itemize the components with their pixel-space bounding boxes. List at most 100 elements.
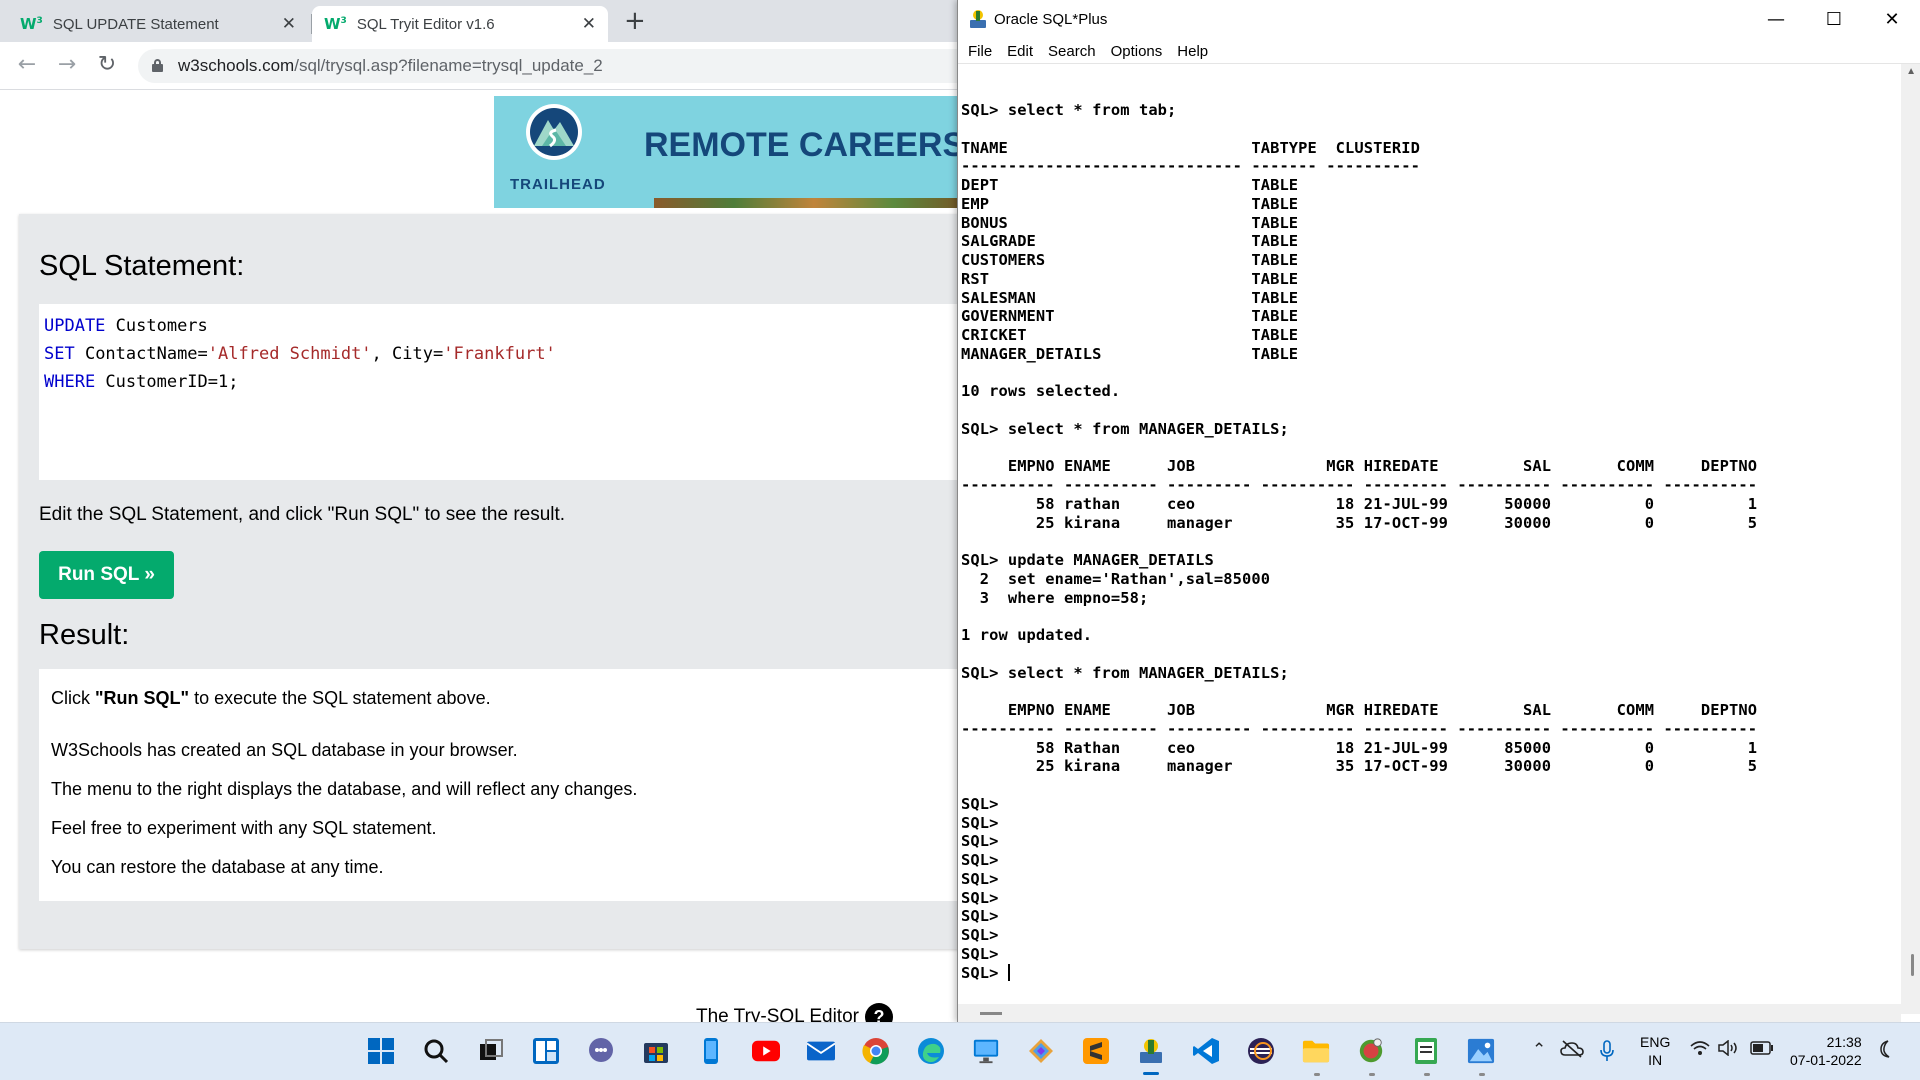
sublime-text-icon[interactable]: [1082, 1037, 1110, 1065]
notification-moon-icon[interactable]: [1878, 1040, 1894, 1063]
url-text: w3schools.com/sql/trysql.asp?filename=tr…: [178, 56, 603, 76]
minimize-button[interactable]: —: [1747, 0, 1805, 40]
git-icon[interactable]: [1357, 1037, 1385, 1065]
search-icon[interactable]: [422, 1037, 450, 1065]
sqlplus-titlebar[interactable]: Oracle SQL*Plus — ☐ ✕: [958, 0, 1920, 40]
battery-icon[interactable]: [1750, 1040, 1774, 1060]
result-instruction: Click "Run SQL" to execute the SQL state…: [51, 685, 1007, 711]
eclipse-icon[interactable]: [1247, 1037, 1275, 1065]
teams-chat-icon[interactable]: [587, 1037, 615, 1065]
close-button[interactable]: ✕: [1863, 0, 1920, 40]
result-heading: Result:: [39, 619, 130, 651]
info-line: The menu to the right displays the datab…: [51, 779, 638, 799]
language-code: ENG: [1640, 1034, 1671, 1050]
youtube-icon[interactable]: [752, 1037, 780, 1065]
menu-file[interactable]: File: [968, 43, 992, 60]
vertical-scrollbar[interactable]: [1901, 64, 1920, 1014]
phone-link-icon[interactable]: [697, 1037, 725, 1065]
mail-icon[interactable]: [807, 1037, 835, 1065]
url-path: /sql/trysql.asp?filename=trysql_update_2: [294, 56, 603, 75]
lock-icon[interactable]: [152, 59, 163, 72]
maximize-button[interactable]: ☐: [1805, 0, 1863, 40]
console-line: MANAGER_DETAILS TABLE: [961, 344, 1299, 363]
reload-button[interactable]: ↻: [92, 50, 122, 80]
sqlplus-console[interactable]: SQL> select * from tab; TNAME TABTYPE CL…: [958, 64, 1901, 1004]
console-line: SQL>: [961, 832, 999, 851]
running-app-indicator: [1479, 1073, 1485, 1076]
menu-help[interactable]: Help: [1177, 43, 1208, 60]
tab-sql-update-statement[interactable]: W3 SQL UPDATE Statement ✕: [8, 6, 308, 42]
console-line: EMPNO ENAME JOB MGR HIREDATE SAL COMM DE…: [961, 701, 1758, 719]
console-line: GOVERNMENT TABLE: [961, 307, 1299, 326]
console-line: SQL>: [961, 944, 999, 963]
trailhead-brand: TRAILHEAD: [510, 176, 606, 193]
console-line: 25 kirana manager 35 17-OCT-99 30000 0 5: [961, 757, 1758, 776]
chevron-up-icon[interactable]: ⌃: [1532, 1040, 1546, 1060]
w3schools-favicon-icon: W3: [324, 15, 347, 33]
horizontal-scroll-thumb[interactable]: [980, 1012, 1002, 1015]
vscode-icon[interactable]: [1192, 1037, 1220, 1065]
microphone-icon[interactable]: [1600, 1040, 1614, 1067]
clock[interactable]: 21:38 07-01-2022: [1790, 1033, 1862, 1069]
help-icon[interactable]: ?: [864, 1003, 893, 1022]
wifi-icon[interactable]: [1690, 1040, 1710, 1061]
sqlplus-icon[interactable]: [1137, 1037, 1165, 1065]
store-icon[interactable]: [642, 1037, 670, 1065]
tab-close-icon[interactable]: ✕: [282, 14, 296, 34]
tab-close-icon[interactable]: ✕: [582, 14, 596, 34]
chrome-icon[interactable]: [862, 1037, 890, 1065]
running-app-indicator: [1369, 1073, 1375, 1076]
menu-search[interactable]: Search: [1048, 43, 1096, 60]
horizontal-scrollbar[interactable]: [958, 1004, 1901, 1022]
tab-sql-tryit-editor[interactable]: W3 SQL Tryit Editor v1.6 ✕: [312, 6, 608, 42]
menu-edit[interactable]: Edit: [1007, 43, 1033, 60]
photos-app-icon[interactable]: [1027, 1037, 1055, 1065]
back-button[interactable]: ←: [12, 50, 42, 80]
console-line: TNAME TABTYPE CLUSTERID: [961, 138, 1420, 157]
vertical-scroll-thumb[interactable]: [1911, 954, 1914, 976]
volume-icon[interactable]: [1718, 1039, 1740, 1061]
run-sql-button[interactable]: Run SQL »: [39, 551, 174, 599]
windows-start-icon[interactable]: [367, 1037, 395, 1065]
sqlplus-window: Oracle SQL*Plus — ☐ ✕ File Edit Search O…: [957, 0, 1920, 1022]
console-line: CRICKET TABLE: [961, 326, 1299, 344]
info-line: W3Schools has created an SQL database in…: [51, 740, 518, 760]
edge-icon[interactable]: [917, 1037, 945, 1065]
notepad-icon[interactable]: [1412, 1037, 1440, 1065]
scroll-up-arrow-icon[interactable]: ▲: [1906, 66, 1916, 77]
forward-button[interactable]: →: [52, 50, 82, 80]
sql-code-editor[interactable]: UPDATE Customers SET ContactName='Alfred…: [39, 304, 1019, 480]
ad-banner[interactable]: TRAILHEAD REMOTE CAREERS S: [494, 96, 974, 208]
tab-title: SQL Tryit Editor v1.6: [356, 15, 495, 33]
window-title: Oracle SQL*Plus: [994, 11, 1108, 28]
new-tab-button[interactable]: +: [624, 6, 646, 36]
info-line: Feel free to experiment with any SQL sta…: [51, 818, 437, 838]
console-prompt-line[interactable]: SQL>: [961, 963, 1901, 983]
console-line: SQL>: [961, 869, 999, 888]
ad-headline: REMOTE CAREERS S: [644, 126, 974, 164]
console-line: 58 rathan ceo 18 21-JUL-99 50000 0 1: [961, 494, 1758, 513]
sql-statement-heading: SQL Statement:: [39, 250, 245, 282]
console-line: SQL> select * from tab;: [961, 101, 1177, 119]
console-line: SQL> update MANAGER_DETAILS: [961, 551, 1214, 569]
code-text: , City=: [371, 344, 444, 364]
remote-desktop-icon[interactable]: [972, 1037, 1000, 1065]
console-line: ------------------------------ ------- -…: [961, 157, 1420, 176]
editor-footer: The Try-SQL Editor ?: [696, 1003, 893, 1022]
console-line: 25 kirana manager 35 17-OCT-99 30000 0 5: [961, 513, 1758, 532]
menu-options[interactable]: Options: [1111, 43, 1163, 60]
task-view-icon[interactable]: [477, 1037, 505, 1065]
language-indicator[interactable]: ENG IN: [1640, 1033, 1670, 1069]
console-line: SQL>: [961, 794, 999, 813]
onedrive-icon[interactable]: [1560, 1040, 1584, 1063]
file-explorer-icon[interactable]: [1302, 1037, 1330, 1065]
tab-title: SQL UPDATE Statement: [52, 15, 219, 33]
code-text: CustomerID=1;: [95, 372, 239, 392]
image-viewer-icon[interactable]: [1467, 1037, 1495, 1065]
widgets-icon[interactable]: [532, 1037, 560, 1065]
console-line: SQL>: [961, 851, 999, 869]
result-panel: Click "Run SQL" to execute the SQL state…: [39, 669, 1019, 901]
